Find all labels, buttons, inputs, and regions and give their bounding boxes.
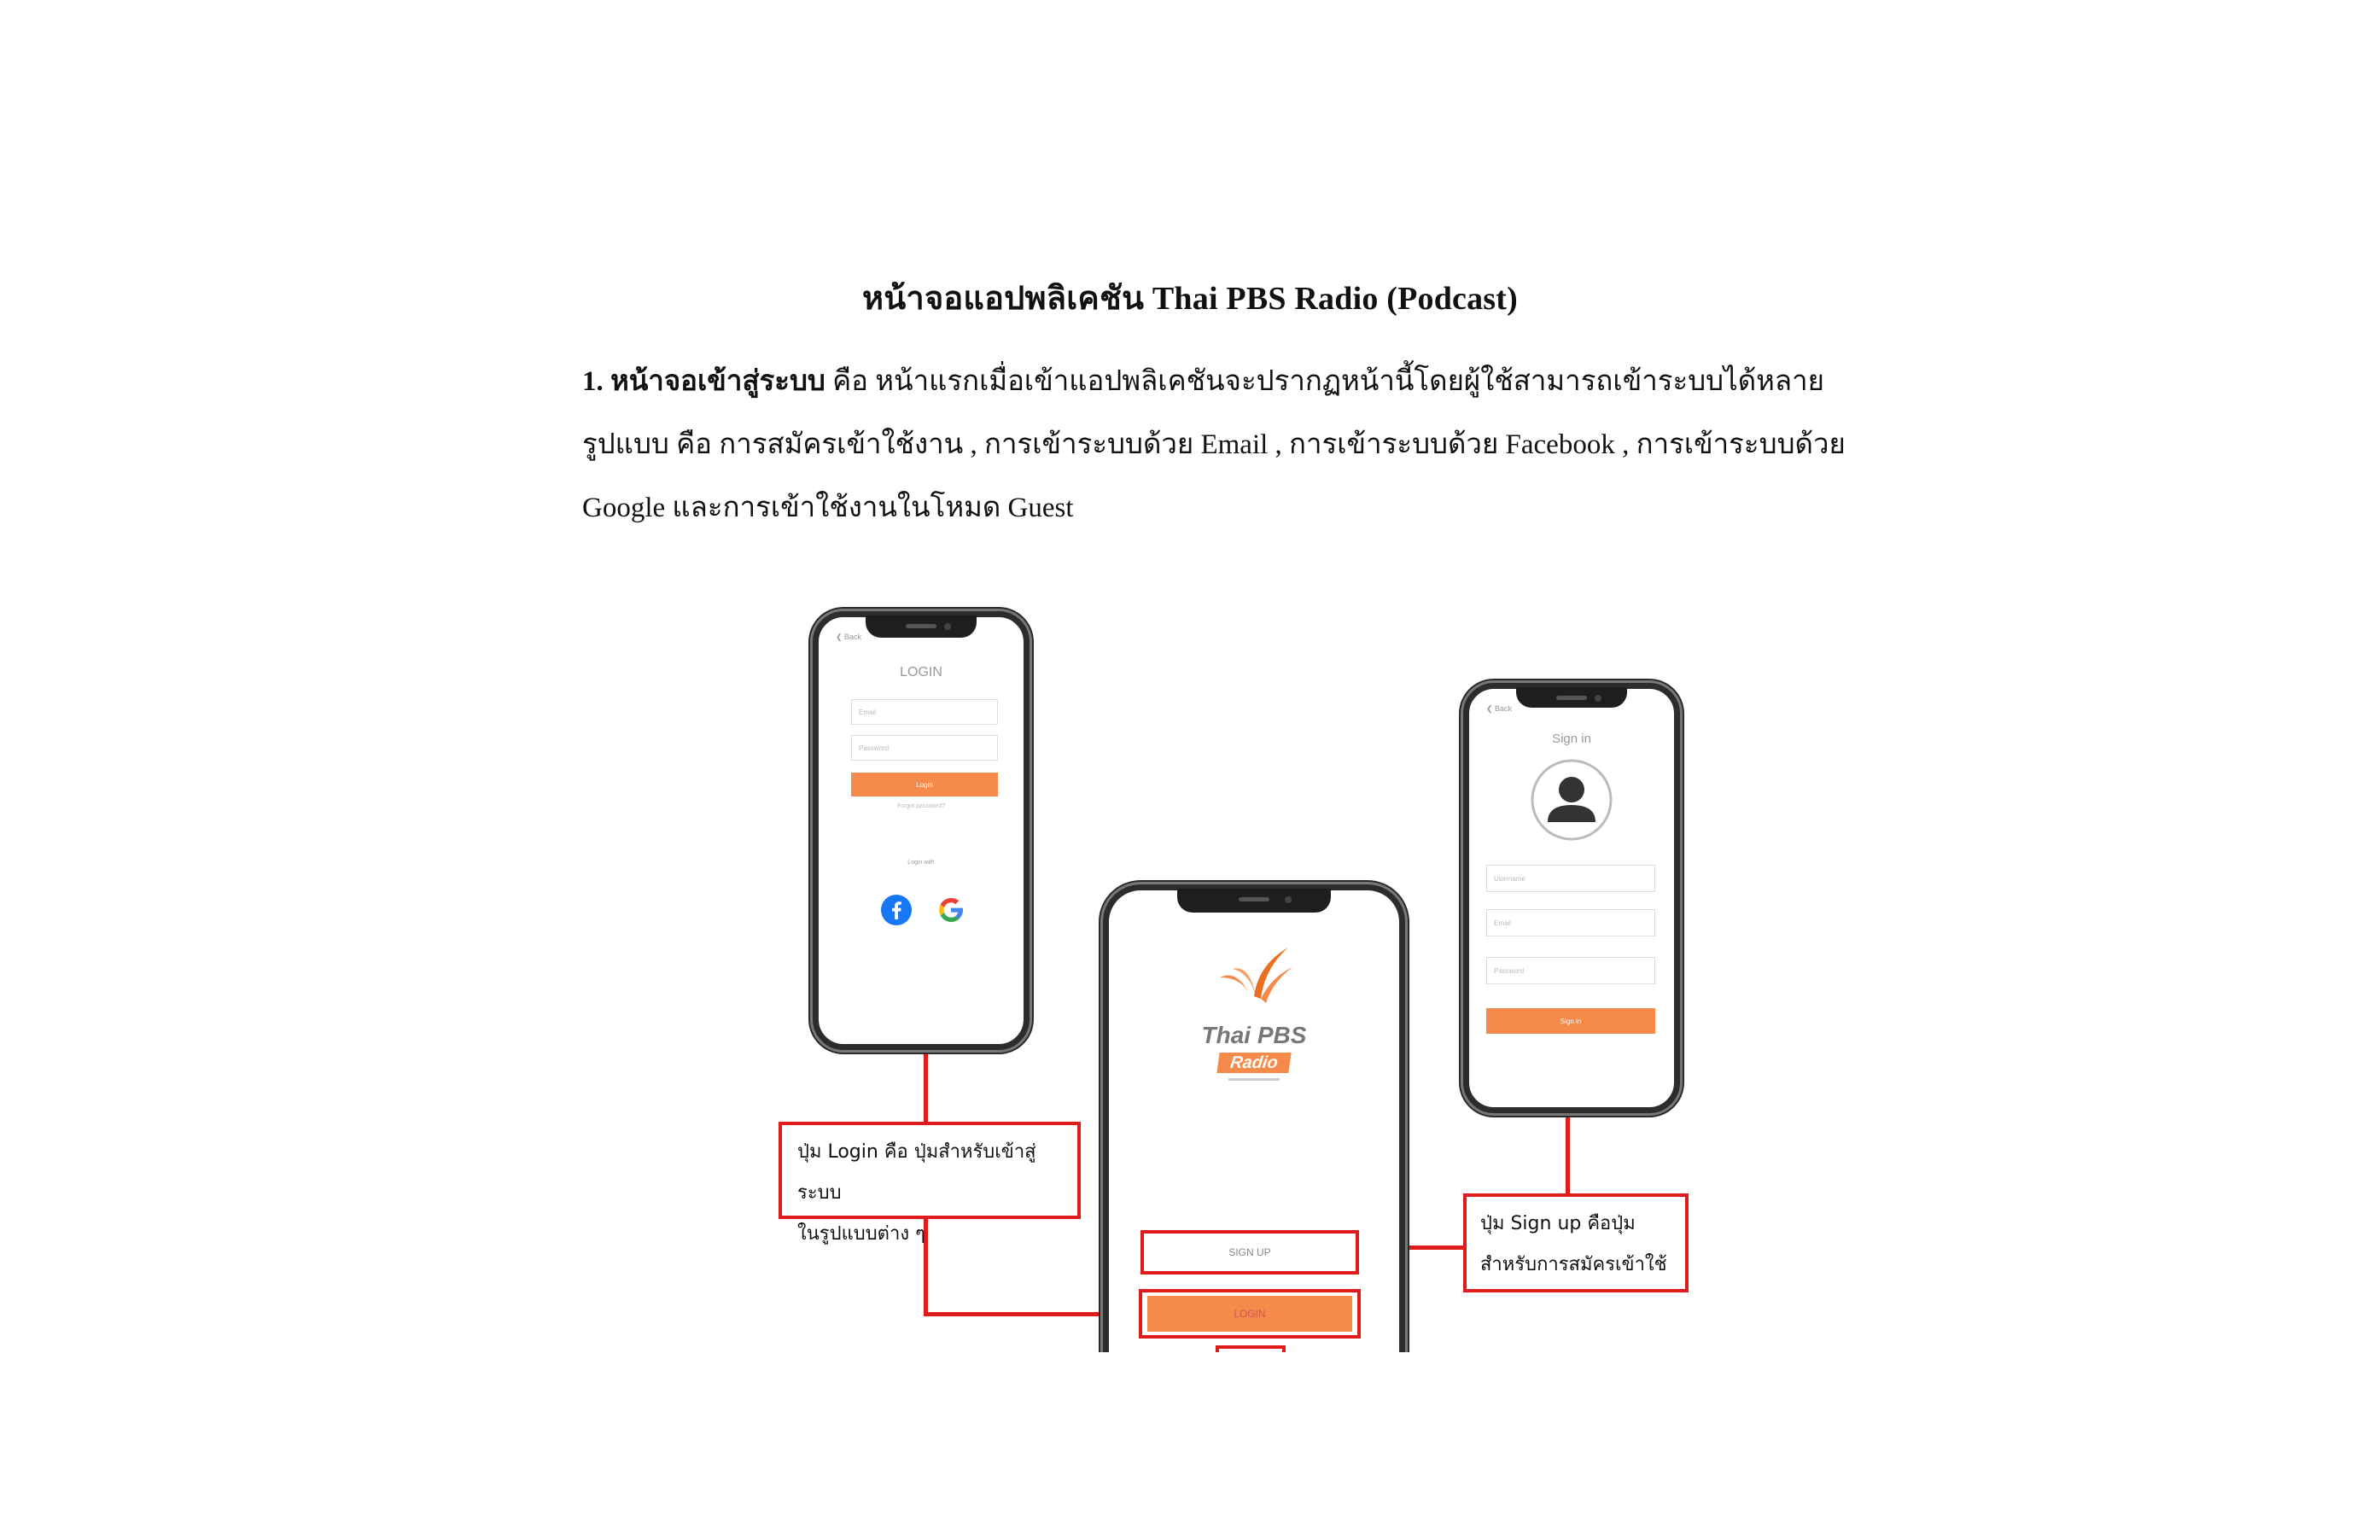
forgot-password-link[interactable]: Forgot password? [819, 803, 1024, 809]
phone-notch [1516, 687, 1627, 708]
intro-paragraph: 1. หน้าจอเข้าสู่ระบบ คือ หน้าแรกเมื่อเข้… [582, 350, 1846, 540]
phone-speaker [906, 624, 936, 628]
brand-radio-badge: Radio [1216, 1053, 1292, 1073]
document-title: หน้าจอแอปพลิเคชัน Thai PBS Radio (Podcas… [861, 281, 1519, 317]
phone-speaker [1556, 696, 1587, 700]
phone-camera [1595, 695, 1601, 702]
brand-name: Thai PBS [1201, 1022, 1307, 1048]
signup-button[interactable]: SIGN UP [1147, 1237, 1352, 1268]
login-callout-line-2: ในรูปแบบต่าง ๆ [797, 1223, 925, 1245]
login-callout-box: ปุ่ม Login คือ ปุ่มสำหรับเข้าสู่ระบบ ในร… [779, 1122, 1081, 1245]
image-crop-mask [0, 1352, 2380, 1540]
phone-notch [1177, 889, 1331, 913]
login-callout-line-1: ปุ่ม Login คือ ปุ่มสำหรับเข้าสู่ระบบ [797, 1141, 1036, 1204]
signin-password-field[interactable]: Password [1486, 957, 1655, 984]
phone-camera [1285, 896, 1292, 903]
login-with-label: Login with [907, 860, 935, 866]
splash-phone-mockup: Thai PBS Radio [1103, 884, 1405, 1420]
signup-callout-box: ปุ่ม Sign up คือปุ่ม สำหรับการสมัครเข้าใ… [1463, 1193, 1689, 1292]
signup-connector-vertical [1566, 1100, 1570, 1197]
user-avatar-icon [1531, 759, 1613, 841]
paragraph-line-2: รูปแบบ คือ การสมัครเข้าใช้งาน , การเข้าร… [582, 429, 1846, 460]
login-submit-button[interactable]: Login [851, 773, 998, 796]
google-icon[interactable] [935, 894, 967, 926]
back-link[interactable]: ❮ Back [1486, 704, 1512, 714]
signin-email-field[interactable]: Email [1486, 909, 1655, 936]
phone-notch [866, 615, 977, 638]
thai-pbs-bird-logo-icon [1220, 948, 1292, 1003]
login-button[interactable]: LOGIN [1147, 1296, 1352, 1332]
login-phone-mockup: ❮ Back LOGIN Email Password Login Forgot… [813, 611, 1030, 1050]
phone-camera [944, 623, 951, 630]
signin-phone-mockup: ❮ Back Sign in Username Email Password S… [1463, 683, 1680, 1113]
brand-underline [1228, 1078, 1280, 1081]
paragraph-line-1: 1. หน้าจอเข้าสู่ระบบ คือ หน้าแรกเมื่อเข้… [582, 350, 1824, 413]
section-heading: 1. หน้าจอเข้าสู่ระบบ [582, 366, 825, 397]
login-email-field[interactable]: Email [851, 699, 998, 725]
signup-callout-line-1: ปุ่ม Sign up คือปุ่ม [1480, 1213, 1636, 1234]
phone-speaker [1239, 897, 1269, 901]
paragraph-line-3: Google และการเข้าใช้งานในโหมด Guest [582, 493, 1074, 523]
login-password-field[interactable]: Password [851, 735, 998, 761]
back-link[interactable]: ❮ Back [836, 633, 861, 642]
paragraph-line-1-text: คือ หน้าแรกเมื่อเข้าแอปพลิเคชันจะปรากฏหน… [825, 366, 1824, 397]
facebook-icon[interactable] [880, 894, 913, 926]
signin-submit-button[interactable]: Sign in [1486, 1008, 1655, 1034]
signin-username-field[interactable]: Username [1486, 865, 1655, 892]
login-connector-top [924, 1043, 928, 1125]
login-screen-title: LOGIN [900, 665, 942, 680]
signin-screen-title: Sign in [1552, 732, 1591, 746]
signup-callout-line-2: สำหรับการสมัครเข้าใช้ [1480, 1254, 1667, 1275]
